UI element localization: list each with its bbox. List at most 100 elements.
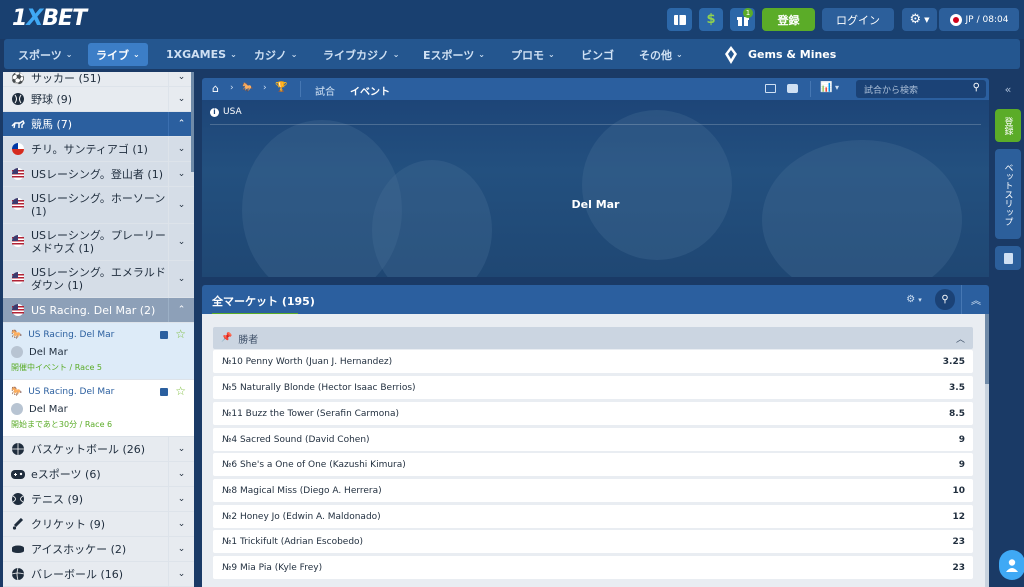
- market-row[interactable]: №6 She's a One of One (Kazushi Kimura) 9: [213, 453, 973, 476]
- sidebar-item-us-racing-emerald-downs[interactable]: USレーシング。エメラルドダウン (1) ⌄: [3, 261, 194, 298]
- markets-search-button[interactable]: ⚲: [935, 289, 955, 310]
- sidebar-item-soccer[interactable]: ⚽ サッカー (51) ⌄: [3, 72, 194, 87]
- chevron-down-icon[interactable]: ▾: [835, 83, 839, 92]
- gift-button[interactable]: 1: [730, 8, 755, 31]
- pin-icon[interactable]: 📌: [221, 333, 232, 343]
- betslip-tab[interactable]: ベットスリップ: [995, 149, 1021, 239]
- language-time-selector[interactable]: JP / 08:04: [939, 8, 1019, 31]
- nav-item-more[interactable]: その他 ⌄: [631, 43, 691, 66]
- nav-item-live-casino[interactable]: ライブカジノ ⌄: [315, 43, 407, 66]
- video-play-icon[interactable]: [160, 331, 168, 339]
- stats-icon[interactable]: 📊: [820, 82, 832, 93]
- nav-item-casino[interactable]: カジノ ⌄: [246, 43, 305, 66]
- nav-item-promo[interactable]: プロモ ⌄: [503, 43, 563, 66]
- chevron-up-icon[interactable]: ︿: [956, 332, 965, 345]
- chevron-down-icon[interactable]: ⌄: [168, 487, 194, 511]
- brand-logo[interactable]: 1XBET: [12, 6, 87, 31]
- chevron-down-icon[interactable]: ⌄: [168, 261, 194, 297]
- odds-value[interactable]: 10: [952, 486, 965, 496]
- support-chat-button[interactable]: [999, 550, 1024, 580]
- market-row[interactable]: №4 Sacred Sound (David Cohen) 9: [213, 428, 973, 451]
- clock-label: / 08:04: [976, 14, 1009, 25]
- search-icon[interactable]: ⚲: [973, 82, 980, 93]
- deposit-button[interactable]: $: [699, 8, 723, 31]
- markets-scrollbar[interactable]: [985, 314, 989, 587]
- odds-value[interactable]: 9: [959, 435, 965, 445]
- horse-racing-icon: 🐎: [11, 387, 23, 397]
- event-item[interactable]: 🐎 US Racing. Del Mar Del Mar 開始まであと30分 / …: [3, 380, 194, 437]
- breadcrumb-separator-icon: ›: [263, 83, 267, 93]
- markets-header: 全マーケット (195) ⚙ ▾ ⚲ ︽: [202, 285, 989, 315]
- odds-value[interactable]: 23: [952, 563, 965, 573]
- sidebar-item-esports[interactable]: eスポーツ (6) ⌄: [3, 462, 194, 487]
- coupon-button[interactable]: [995, 246, 1021, 270]
- sidebar-item-us-racing-mountaineer[interactable]: USレーシング。登山者 (1) ⌄: [3, 162, 194, 187]
- home-icon[interactable]: ⌂: [212, 82, 219, 95]
- market-group-header[interactable]: 📌 勝者 ︿: [213, 327, 973, 349]
- horse-racing-icon[interactable]: 🐎: [242, 83, 253, 93]
- market-row[interactable]: №5 Naturally Blonde (Hector Isaac Berrio…: [213, 376, 973, 399]
- sidebar-item-volleyball[interactable]: バレーボール (16) ⌄: [3, 562, 194, 587]
- sidebar-item-cricket[interactable]: クリケット (9) ⌄: [3, 512, 194, 537]
- chevron-down-icon[interactable]: ⌄: [168, 562, 194, 586]
- sidebar-item-ice-hockey[interactable]: アイスホッケー (2) ⌄: [3, 537, 194, 562]
- video-button[interactable]: [667, 8, 692, 31]
- sidebar-item-tennis[interactable]: テニス (9) ⌄: [3, 487, 194, 512]
- odds-value[interactable]: 12: [952, 512, 965, 522]
- sidebar-item-us-racing-hawthorne[interactable]: USレーシング。ホーソーン (1) ⌄: [3, 187, 194, 224]
- nav-item-bingo[interactable]: ビンゴ: [573, 43, 622, 66]
- chevron-down-icon: ⌄: [230, 50, 237, 59]
- chevron-down-icon[interactable]: ⌄: [168, 537, 194, 561]
- markets-settings-button[interactable]: ⚙ ▾: [899, 289, 929, 310]
- tab-all-markets[interactable]: 全マーケット (195): [212, 293, 315, 315]
- match-search-input[interactable]: 試合から検索 ⚲: [856, 80, 986, 98]
- sidebar-item-baseball[interactable]: 野球 (9) ⌄: [3, 87, 194, 112]
- odds-value[interactable]: 8.5: [949, 409, 965, 419]
- nav-item-esports[interactable]: Eスポーツ ⌄: [415, 43, 493, 66]
- chevron-down-icon[interactable]: ⌄: [168, 187, 194, 223]
- video-play-icon[interactable]: [160, 388, 168, 396]
- screen-icon[interactable]: [765, 84, 776, 93]
- event-country: i USA: [210, 107, 242, 117]
- odds-value[interactable]: 3.25: [943, 357, 965, 367]
- sidebar-item-us-racing-prairie-meadows[interactable]: USレーシング。プレーリーメドウズ (1) ⌄: [3, 224, 194, 261]
- collapse-rail-button[interactable]: «: [995, 80, 1021, 98]
- tab-event[interactable]: イベント: [350, 83, 390, 103]
- sidebar-item-basketball[interactable]: バスケットボール (26) ⌄: [3, 437, 194, 462]
- collapse-all-button[interactable]: ︽: [964, 289, 988, 310]
- chevron-down-icon[interactable]: ⌄: [168, 512, 194, 536]
- market-row[interactable]: №2 Honey Jo (Edwin A. Maldonado) 12: [213, 505, 973, 528]
- chevron-up-icon[interactable]: ⌃: [168, 298, 194, 322]
- avatar: [11, 346, 23, 358]
- sidebar-scrollbar[interactable]: [191, 72, 194, 172]
- sidebar-item-horse-racing[interactable]: 競馬 (7) ⌃: [3, 112, 194, 137]
- star-icon[interactable]: ☆: [175, 327, 186, 341]
- nav-item-1xgames[interactable]: 1XGAMES ⌄: [158, 43, 245, 66]
- chevron-down-icon[interactable]: ⌄: [168, 437, 194, 461]
- odds-value[interactable]: 3.5: [949, 383, 965, 393]
- chevron-down-icon[interactable]: ⌄: [168, 462, 194, 486]
- sidebar-item-us-racing-del-mar[interactable]: US Racing. Del Mar (2) ⌃: [3, 298, 194, 323]
- settings-button[interactable]: ⚙ ▼: [902, 8, 937, 31]
- register-button[interactable]: 登録: [762, 8, 815, 31]
- video-icon[interactable]: [787, 84, 798, 93]
- star-icon[interactable]: ☆: [175, 384, 186, 398]
- market-row[interactable]: №1 Trickifult (Adrian Escobedo) 23: [213, 530, 973, 553]
- scrollbar-thumb[interactable]: [985, 314, 989, 384]
- nav-item-gems-mines[interactable]: Gems & Mines: [716, 43, 844, 66]
- market-row[interactable]: №10 Penny Worth (Juan J. Hernandez) 3.25: [213, 350, 973, 373]
- odds-value[interactable]: 9: [959, 460, 965, 470]
- market-row[interactable]: №8 Magical Miss (Diego A. Herrera) 10: [213, 479, 973, 502]
- tab-match[interactable]: 試合: [315, 83, 335, 98]
- sidebar-item-chile-santiago[interactable]: チリ。サンティアゴ (1) ⌄: [3, 137, 194, 162]
- rail-register-button[interactable]: 登録: [995, 109, 1021, 142]
- nav-item-live[interactable]: ライブ ⌄: [88, 43, 148, 66]
- chevron-down-icon[interactable]: ⌄: [168, 224, 194, 260]
- market-row[interactable]: №9 Mia Pia (Kyle Frey) 23: [213, 556, 973, 579]
- event-item[interactable]: 🐎 US Racing. Del Mar Del Mar 開催中イベント / Ra…: [3, 323, 194, 380]
- nav-item-sports[interactable]: スポーツ ⌄: [10, 43, 80, 66]
- market-row[interactable]: №11 Buzz the Tower (Serafin Carmona) 8.5: [213, 402, 973, 425]
- trophy-icon[interactable]: 🏆: [275, 82, 287, 93]
- login-button[interactable]: ログイン: [822, 8, 894, 31]
- odds-value[interactable]: 23: [952, 537, 965, 547]
